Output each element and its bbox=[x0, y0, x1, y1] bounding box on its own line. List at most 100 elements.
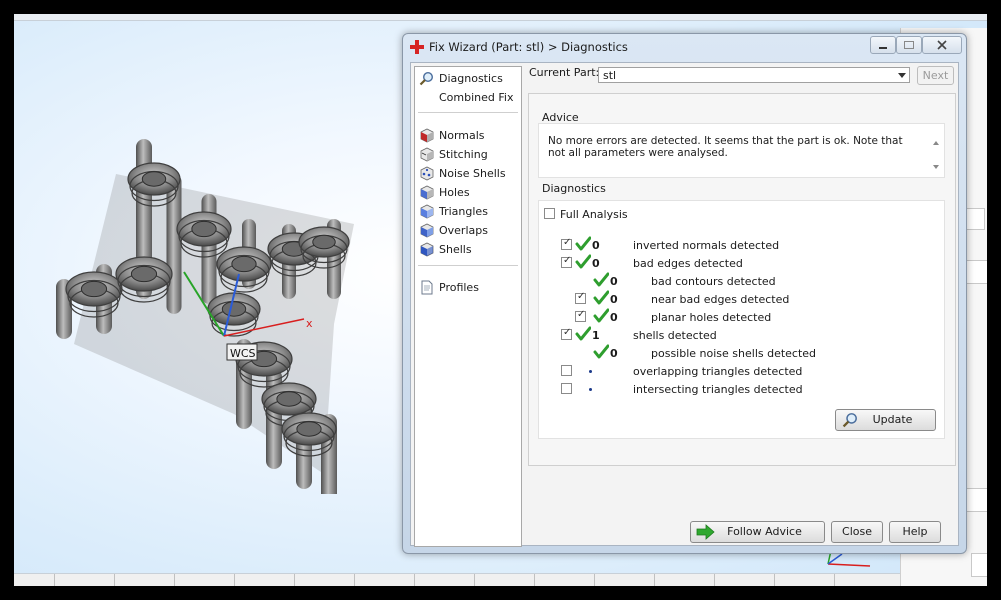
diagnostic-label: bad contours detected bbox=[651, 275, 776, 288]
update-button-label: Update bbox=[872, 413, 913, 426]
diagnostic-row: 0 bad contours detected bbox=[539, 272, 939, 290]
diagnostic-checkbox[interactable] bbox=[561, 255, 572, 268]
nav-separator bbox=[418, 112, 518, 113]
scroll-down-icon[interactable] bbox=[933, 165, 939, 169]
nav-item-label: Triangles bbox=[439, 204, 488, 218]
follow-advice-button[interactable]: Follow Advice bbox=[690, 521, 825, 543]
green-check-icon bbox=[593, 308, 609, 323]
diagnostic-label: shells detected bbox=[633, 329, 717, 342]
model-cylinder bbox=[201, 194, 217, 304]
diagnostic-count: 0 bbox=[592, 239, 600, 252]
green-check-icon bbox=[593, 272, 609, 287]
close-button[interactable] bbox=[922, 36, 962, 54]
current-part-select[interactable]: stl bbox=[598, 67, 910, 83]
diagnostic-checkbox[interactable] bbox=[561, 327, 572, 340]
diagnostic-checkbox[interactable] bbox=[561, 237, 572, 250]
not-analysed-dot bbox=[589, 370, 592, 373]
minimize-icon bbox=[879, 47, 887, 49]
nav-item-label: Combined Fix bbox=[439, 90, 514, 104]
diagnostic-label: planar holes detected bbox=[651, 311, 772, 324]
close-icon bbox=[937, 40, 947, 50]
nav-item-label: Holes bbox=[439, 185, 470, 199]
profiles-document-icon bbox=[421, 280, 433, 294]
current-part-value: stl bbox=[603, 69, 617, 82]
magnifier-icon bbox=[419, 71, 434, 85]
maximize-icon bbox=[904, 41, 914, 49]
holes-cube-icon bbox=[420, 185, 434, 199]
close-dialog-button[interactable]: Close bbox=[831, 521, 883, 543]
fix-wizard-window: Fix Wizard (Part: stl) > Diagnostics Dia… bbox=[402, 33, 967, 554]
nav-item-noise-shells[interactable]: Noise Shells bbox=[419, 164, 506, 182]
advice-box: No more errors are detected. It seems th… bbox=[538, 123, 945, 178]
magnifier-icon bbox=[842, 413, 857, 428]
diagnostic-label: bad edges detected bbox=[633, 257, 743, 270]
update-button[interactable]: Update bbox=[835, 409, 936, 431]
right-panel-field[interactable] bbox=[971, 553, 987, 577]
title-bar[interactable]: Fix Wizard (Part: stl) > Diagnostics bbox=[403, 34, 966, 60]
model-cylinder bbox=[166, 174, 182, 314]
diagnostics-page: Current Part: stl Next Advice No more er… bbox=[526, 63, 958, 545]
combined-fix-icon bbox=[419, 90, 434, 105]
diagnostic-label: near bad edges detected bbox=[651, 293, 790, 306]
nav-separator bbox=[418, 265, 518, 266]
diagnostic-row: overlapping triangles detected bbox=[539, 362, 939, 380]
wcs-label: WCS bbox=[230, 347, 256, 360]
red-cross-icon bbox=[410, 40, 424, 54]
nav-item-shells[interactable]: Shells bbox=[419, 240, 472, 258]
window-title: Fix Wizard (Part: stl) > Diagnostics bbox=[429, 40, 628, 54]
full-analysis-label: Full Analysis bbox=[560, 208, 628, 221]
nav-item-label: Profiles bbox=[439, 280, 479, 294]
nav-item-stitching[interactable]: Stitching bbox=[419, 145, 488, 163]
diagnostic-row: 0 bad edges detected bbox=[539, 254, 939, 272]
normals-cube-icon bbox=[420, 128, 434, 142]
green-check-icon bbox=[593, 290, 609, 305]
help-button-label: Help bbox=[902, 525, 928, 538]
next-button-label: Next bbox=[922, 69, 949, 82]
next-button[interactable]: Next bbox=[917, 66, 954, 85]
close-button-label: Close bbox=[842, 525, 872, 538]
nav-item-label: Normals bbox=[439, 128, 485, 142]
follow-advice-label: Follow Advice bbox=[727, 525, 802, 538]
diagnostics-panel: Advice No more errors are detected. It s… bbox=[528, 93, 956, 466]
dialog-client-area: Diagnostics Combined Fix Normals Stitchi… bbox=[410, 62, 959, 547]
nav-item-triangles[interactable]: Triangles bbox=[419, 202, 488, 220]
diagnostic-label: overlapping triangles detected bbox=[633, 365, 803, 378]
nav-item-overlaps[interactable]: Overlaps bbox=[419, 221, 488, 239]
diagnostics-box: Full Analysis 0 inverted normals detected… bbox=[538, 200, 945, 439]
top-toolbar-strip bbox=[14, 14, 987, 21]
nav-item-normals[interactable]: Normals bbox=[419, 126, 485, 144]
not-analysed-dot bbox=[589, 388, 592, 391]
diagnostic-count: 0 bbox=[592, 257, 600, 270]
green-check-icon bbox=[575, 254, 591, 269]
nav-item-label: Diagnostics bbox=[439, 71, 503, 85]
full-analysis-checkbox[interactable] bbox=[544, 208, 555, 219]
diagnostic-checkbox[interactable] bbox=[575, 309, 586, 322]
x-axis-label: x bbox=[306, 317, 313, 330]
nav-item-diagnostics[interactable]: Diagnostics bbox=[419, 69, 503, 87]
green-check-icon bbox=[575, 236, 591, 251]
diagnostic-label: intersecting triangles detected bbox=[633, 383, 803, 396]
nav-item-holes[interactable]: Holes bbox=[419, 183, 470, 201]
current-part-label: Current Part: bbox=[529, 66, 600, 79]
triangles-cube-icon bbox=[420, 204, 434, 218]
diagnostic-count: 0 bbox=[610, 347, 618, 360]
minimize-button[interactable] bbox=[870, 36, 896, 54]
status-ruler bbox=[14, 573, 904, 586]
diagnostic-count: 0 bbox=[610, 275, 618, 288]
wizard-navigation-list: Diagnostics Combined Fix Normals Stitchi… bbox=[414, 66, 522, 547]
green-arrow-icon bbox=[696, 524, 715, 540]
green-check-icon bbox=[575, 326, 591, 341]
diagnostic-checkbox[interactable] bbox=[575, 291, 586, 304]
nav-item-profiles[interactable]: Profiles bbox=[419, 278, 479, 296]
diagnostic-row: 0 near bad edges detected bbox=[539, 290, 939, 308]
stitching-cube-icon bbox=[420, 147, 434, 161]
diagnostic-checkbox[interactable] bbox=[561, 383, 572, 394]
maximize-button[interactable] bbox=[896, 36, 922, 54]
help-button[interactable]: Help bbox=[889, 521, 941, 543]
diagnostic-checkbox[interactable] bbox=[561, 365, 572, 376]
nav-item-label: Overlaps bbox=[439, 223, 488, 237]
nav-item-combined-fix[interactable]: Combined Fix bbox=[419, 88, 513, 106]
diagnostics-group-label: Diagnostics bbox=[542, 182, 606, 195]
scroll-up-icon[interactable] bbox=[933, 141, 939, 145]
part-model[interactable]: x WCS bbox=[34, 114, 394, 494]
